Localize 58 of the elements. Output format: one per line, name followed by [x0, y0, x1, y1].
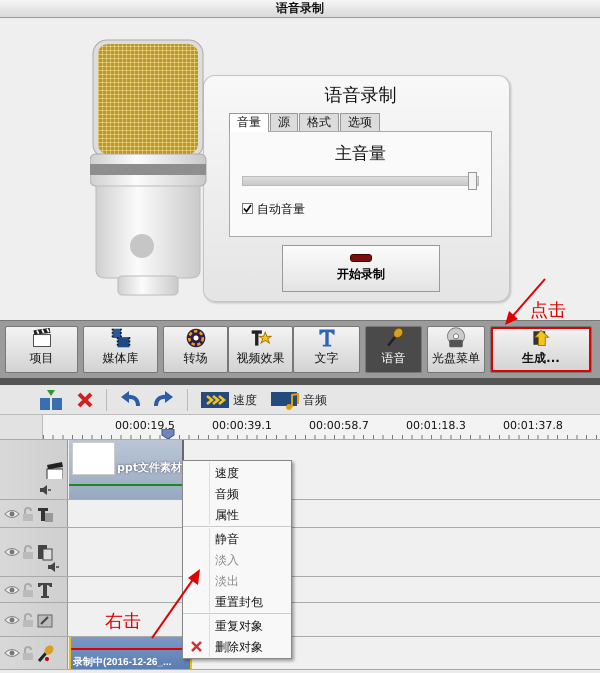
- annotation-text: 点击: [530, 299, 566, 323]
- toolbar-button[interactable]: 项目: [5, 326, 78, 373]
- menu-item[interactable]: 静音: [183, 528, 291, 549]
- text-icon: [36, 580, 54, 598]
- menu-item[interactable]: 重复对象: [183, 615, 291, 636]
- eye-icon[interactable]: [4, 508, 20, 520]
- time-label: 00:00:39.1: [212, 419, 273, 432]
- toolbar-button[interactable]: 视频效果: [228, 326, 293, 373]
- annotation-arrow: [503, 278, 547, 326]
- timeline-tool-button[interactable]: 音频: [270, 388, 328, 412]
- menu-item[interactable]: 重置封包: [183, 591, 291, 612]
- redo-icon[interactable]: [153, 390, 175, 408]
- auto-volume-label: 自动音量: [257, 200, 305, 218]
- recording-clip[interactable]: 录制中(2016-12-26_...: [69, 637, 192, 669]
- annotation-text: 右击: [105, 610, 141, 634]
- overlay-icon: [36, 543, 54, 561]
- speaker-icon[interactable]: [47, 562, 59, 572]
- menu-item[interactable]: 属性: [183, 504, 291, 525]
- check-icon: [243, 204, 252, 213]
- time-label: 00:01:37.8: [503, 419, 564, 432]
- tab[interactable]: 选项: [340, 113, 380, 131]
- toolbar-button[interactable]: 转场: [163, 326, 228, 373]
- toolbar-button[interactable]: 媒体库: [83, 326, 158, 373]
- eye-icon[interactable]: [4, 546, 20, 558]
- volume-slider-thumb[interactable]: [468, 172, 478, 190]
- time-label: 00:01:18.3: [406, 419, 467, 432]
- eye-icon[interactable]: [4, 614, 20, 626]
- tab[interactable]: 格式: [299, 113, 339, 131]
- volume-heading: 主音量: [334, 143, 387, 166]
- annotation-arrow: [150, 568, 202, 640]
- clapperboard-icon: [45, 460, 63, 478]
- tab[interactable]: 源: [270, 113, 298, 131]
- toolbar-button[interactable]: 生成...: [490, 326, 592, 373]
- menu-item[interactable]: 音频: [183, 483, 291, 504]
- record-button[interactable]: 开始录制: [282, 245, 440, 292]
- tab[interactable]: 音量: [229, 113, 269, 132]
- undo-icon[interactable]: [119, 390, 141, 408]
- delete-icon: [190, 641, 202, 652]
- time-label: 00:00:19.5: [115, 419, 176, 432]
- delete-icon[interactable]: [76, 390, 94, 408]
- eye-icon[interactable]: [4, 584, 20, 596]
- add-to-timeline-icon[interactable]: [38, 388, 64, 410]
- toolbar-button[interactable]: 语音: [365, 326, 422, 373]
- clip-title: ppt文件素材: [117, 460, 182, 476]
- panel-title: 语音录制: [324, 84, 398, 108]
- auto-volume-checkbox[interactable]: [242, 203, 253, 214]
- toolbar-button[interactable]: 光盘菜单: [427, 326, 485, 373]
- speaker-icon[interactable]: [39, 485, 51, 495]
- record-light-icon: [350, 254, 372, 262]
- photo-placeholder: [72, 442, 115, 475]
- microphone-icon: [36, 644, 54, 662]
- menu-item[interactable]: 速度: [183, 462, 291, 483]
- eye-icon[interactable]: [4, 647, 20, 659]
- clip-title: 录制中(2016-12-26_...: [73, 657, 172, 669]
- timeline-tool-button[interactable]: 速度: [200, 388, 258, 412]
- toolbar-button[interactable]: 文字: [293, 326, 360, 373]
- window-title: 语音录制: [0, 0, 600, 18]
- time-label: 00:00:58.7: [309, 419, 370, 432]
